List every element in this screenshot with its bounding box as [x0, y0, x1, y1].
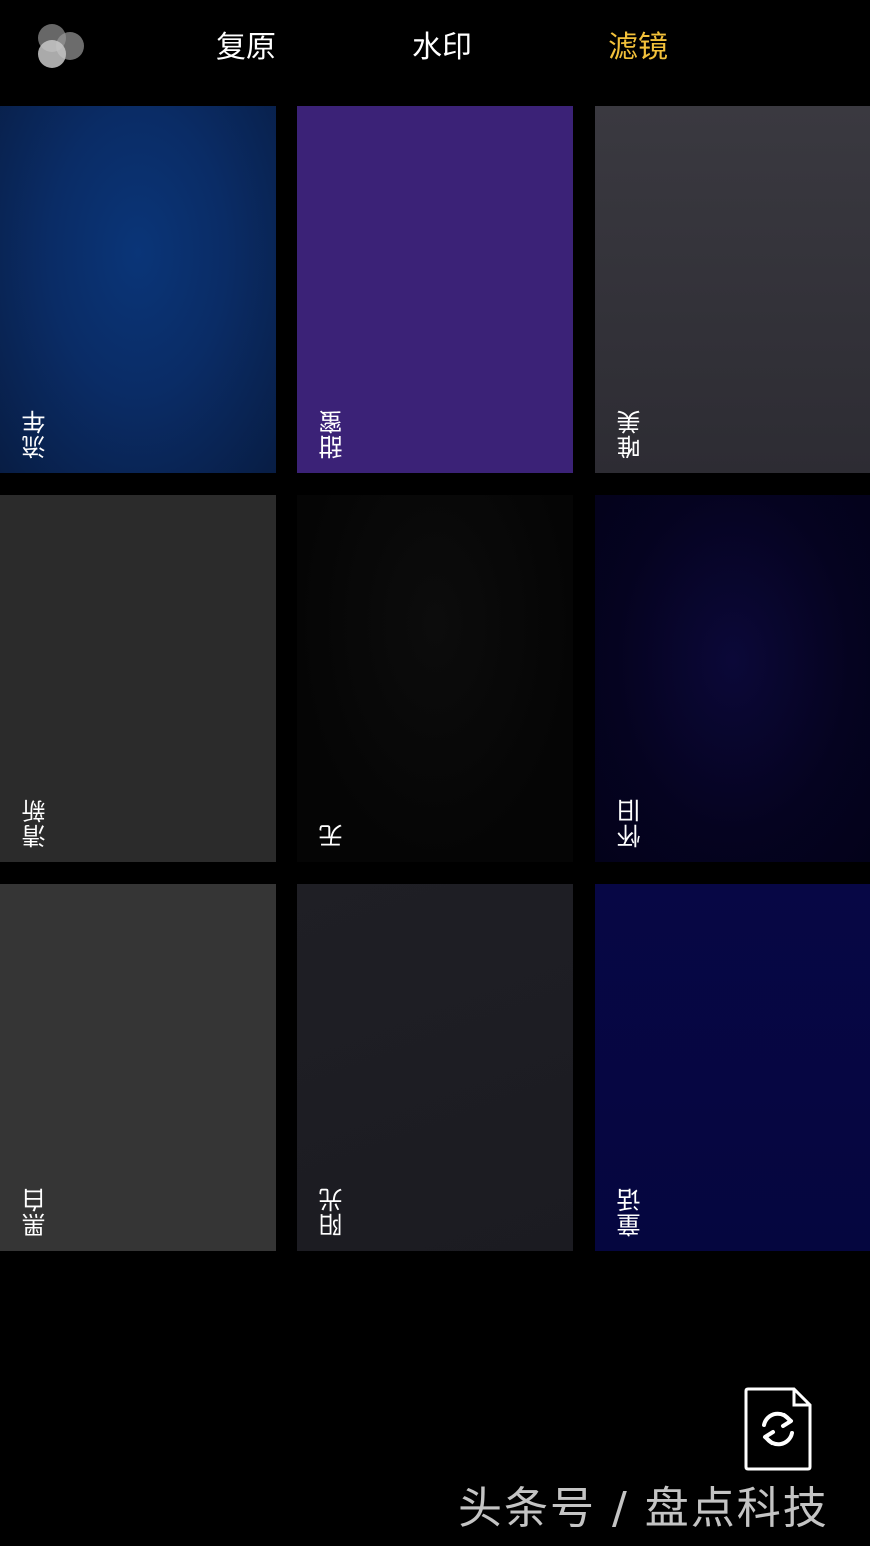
tab-watermark[interactable]: 水印	[412, 28, 472, 68]
filter-label: 童话	[617, 1187, 645, 1237]
filter-tile-tianmi[interactable]: 甜蜜	[297, 106, 573, 473]
filter-tile-heibai[interactable]: 黑白	[0, 884, 276, 1251]
filter-circles-icon[interactable]	[34, 20, 88, 74]
filter-label: 黑白	[22, 1187, 50, 1237]
filter-tile-huaijiu[interactable]: 怀旧	[595, 495, 870, 862]
filter-label: 清新	[22, 798, 50, 848]
watermark-text: 头条号 / 盘点科技	[458, 1483, 829, 1534]
tab-filter[interactable]: 滤镜	[608, 28, 668, 68]
filter-label: 唯美	[617, 409, 645, 459]
filter-tile-liunian[interactable]: 流年	[0, 106, 276, 473]
camera-filter-screen: 复原 水印 滤镜 流年 甜蜜 唯美 清新 无 怀旧 黑白 阳光 童话 头条号 /…	[0, 0, 870, 1546]
filter-label: 无	[319, 823, 347, 848]
filter-tile-none[interactable]: 无	[297, 495, 573, 862]
filter-tile-weimei[interactable]: 唯美	[595, 106, 870, 473]
filter-label: 流年	[22, 409, 50, 459]
rotate-camera-icon[interactable]	[742, 1385, 814, 1473]
top-bar: 复原 水印 滤镜	[0, 0, 870, 100]
filter-tile-tonghua[interactable]: 童话	[595, 884, 870, 1251]
filter-label: 甜蜜	[319, 409, 347, 459]
tab-restore[interactable]: 复原	[216, 28, 276, 68]
filter-tile-qingxin[interactable]: 清新	[0, 495, 276, 862]
filter-label: 怀旧	[617, 798, 645, 848]
filter-tile-yangguang[interactable]: 阳光	[297, 884, 573, 1251]
filter-label: 阳光	[319, 1187, 347, 1237]
